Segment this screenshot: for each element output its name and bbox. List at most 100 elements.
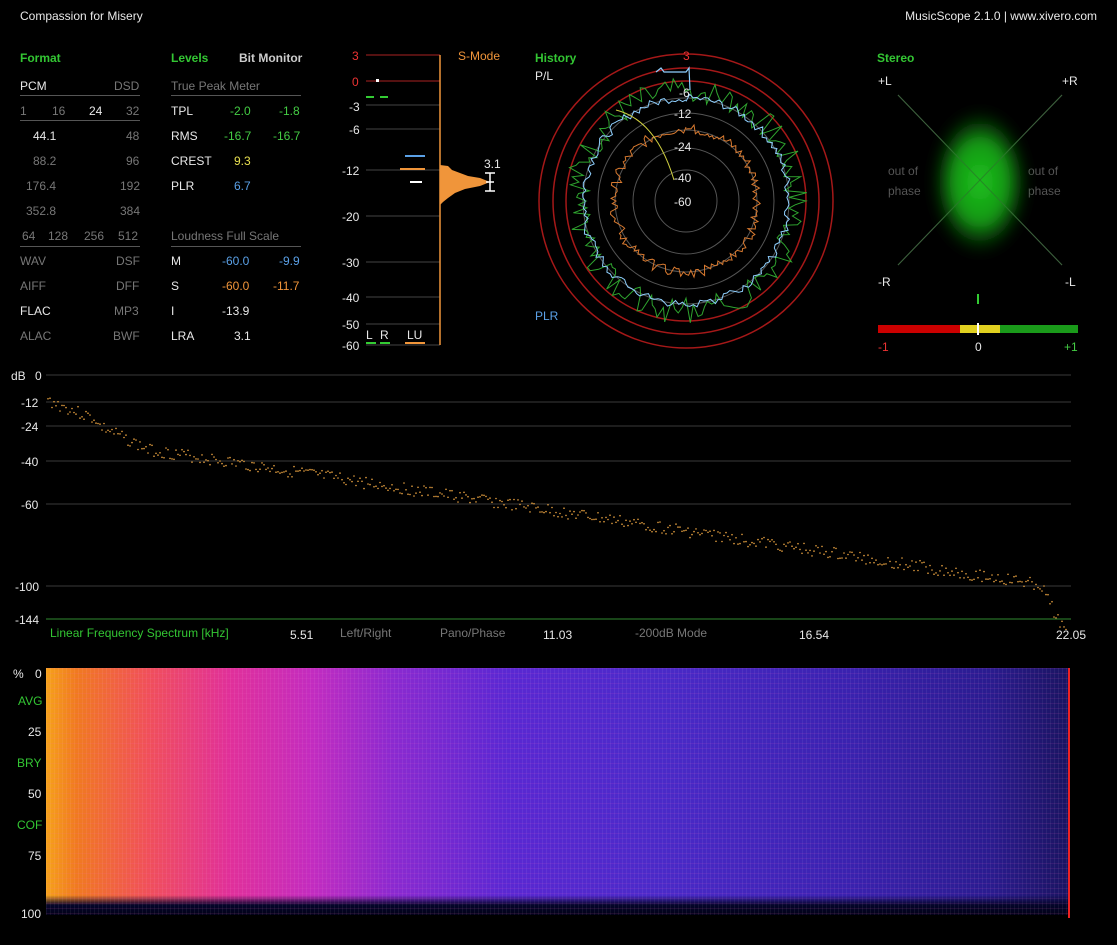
dsd-128[interactable]: 128: [48, 229, 68, 243]
corr-minus-1: -1: [878, 340, 889, 354]
rms-right: -16.7: [273, 129, 301, 143]
levels-title[interactable]: Levels: [171, 51, 208, 65]
ring-label-m24: -24: [674, 140, 692, 154]
spectrum-db-label: dB: [11, 369, 26, 383]
s-value-b: -11.7: [273, 279, 300, 293]
true-peak-title: True Peak Meter: [171, 79, 260, 93]
spectrum-y-0: 0: [35, 369, 42, 383]
dsd-64[interactable]: 64: [22, 229, 35, 243]
spectrum-y-m12: -12: [21, 396, 39, 410]
format-pcm[interactable]: PCM: [20, 79, 47, 93]
m-label: M: [171, 254, 181, 268]
i-value: -13.9: [222, 304, 250, 318]
pano-phase-button[interactable]: Pano/Phase: [440, 626, 505, 640]
ring-label-m6: -6: [679, 86, 690, 100]
rate-88[interactable]: 88.2: [33, 154, 56, 168]
spectrogram-avg-button[interactable]: AVG: [18, 694, 42, 708]
m-value-a: -60.0: [222, 254, 250, 268]
stereo-title[interactable]: Stereo: [877, 51, 914, 65]
file-wav[interactable]: WAV: [20, 254, 46, 268]
stereo-minus-l: -L: [1065, 275, 1076, 289]
correlation-bar: [878, 323, 1078, 335]
rate-176[interactable]: 176.4: [26, 179, 56, 193]
spectrum-y-m40: -40: [21, 455, 39, 469]
stereo-plus-r: +R: [1062, 74, 1078, 88]
bits-32[interactable]: 32: [126, 104, 139, 118]
lra-label: LRA: [171, 329, 195, 343]
s-label: S: [171, 279, 180, 293]
spectrum-x-1654: 16.54: [799, 628, 830, 642]
rate-192[interactable]: 192: [120, 179, 140, 193]
file-mp3[interactable]: MP3: [114, 304, 139, 318]
rate-48[interactable]: 48: [126, 129, 139, 143]
spectrum-x-1103: 11.03: [543, 628, 573, 642]
file-dff[interactable]: DFF: [116, 279, 139, 293]
spectrogram-50: 50: [28, 787, 42, 801]
format-dsd[interactable]: DSD: [114, 79, 139, 93]
s-value-a: -60.0: [222, 279, 250, 293]
left-right-button[interactable]: Left/Right: [340, 626, 391, 640]
tpl-left: -2.0: [230, 104, 251, 118]
file-bwf[interactable]: BWF: [113, 329, 140, 343]
spectrum-dots: [47, 397, 1067, 630]
bits-24[interactable]: 24: [89, 104, 102, 118]
corr-plus-1: +1: [1064, 340, 1078, 354]
spectrum-y-m144: -144: [15, 613, 40, 627]
spectrogram-playhead[interactable]: [1068, 668, 1070, 918]
stereo-minus-r: -R: [878, 275, 891, 289]
spectrum-x-551: 5.51: [290, 628, 314, 642]
rate-44[interactable]: 44.1: [33, 129, 56, 143]
db200-mode-button[interactable]: -200dB Mode: [635, 626, 707, 640]
m-value-b: -9.9: [279, 254, 300, 268]
file-flac[interactable]: FLAC: [20, 304, 51, 318]
rms-left: -16.7: [224, 129, 252, 143]
spectrogram-image: [46, 668, 1070, 915]
spectrogram-cof-button[interactable]: COF: [17, 818, 42, 832]
ring-label-m12: -12: [674, 107, 692, 121]
meter-graphic: [366, 54, 495, 346]
bit-monitor-tab[interactable]: Bit Monitor: [239, 51, 302, 65]
stereo-plus-l: +L: [878, 74, 892, 88]
track-title: Compassion for Misery: [20, 9, 143, 23]
loudness-title: Loudness Full Scale: [171, 229, 280, 243]
spectrum-y-m24: -24: [21, 420, 39, 434]
bits-16[interactable]: 16: [52, 104, 65, 118]
bits-1[interactable]: 1: [20, 104, 27, 118]
spectrogram-percent-label: %: [13, 667, 24, 681]
file-aiff[interactable]: AIFF: [20, 279, 46, 293]
file-alac[interactable]: ALAC: [20, 329, 51, 343]
app-title: MusicScope 2.1.0 | www.xivero.com: [905, 9, 1097, 23]
plr-label: PLR: [171, 179, 195, 193]
crest-value: 9.3: [234, 154, 251, 168]
rate-384[interactable]: 384: [120, 204, 140, 218]
dsd-256[interactable]: 256: [84, 229, 104, 243]
spectrogram-100: 100: [21, 907, 42, 921]
format-title: Format: [20, 51, 61, 65]
tpl-label: TPL: [171, 104, 194, 118]
spectrogram-bry-button[interactable]: BRY: [17, 756, 41, 770]
spectrum-title: Linear Frequency Spectrum [kHz]: [50, 626, 229, 640]
crest-label: CREST: [171, 154, 212, 168]
i-label: I: [171, 304, 175, 318]
rate-96[interactable]: 96: [126, 154, 139, 168]
spectrogram-0: 0: [35, 667, 42, 681]
lra-value: 3.1: [234, 329, 251, 343]
dsd-512[interactable]: 512: [118, 229, 138, 243]
spectrum-x-2205: 22.05: [1056, 628, 1087, 642]
corr-zero: 0: [975, 340, 982, 354]
radar-sweep: [615, 109, 675, 181]
spectrogram-25: 25: [28, 725, 42, 739]
file-dsf[interactable]: DSF: [116, 254, 140, 268]
rms-label: RMS: [171, 129, 198, 143]
spectrum-plot: [46, 374, 1071, 630]
stereo-goniometer: [897, 94, 1063, 266]
plr-value: 6.7: [234, 179, 251, 193]
spectrum-y-m60: -60: [21, 498, 39, 512]
ring-label-m40: -40: [674, 171, 692, 185]
ring-label-3: 3: [683, 49, 690, 63]
ring-label-m60: -60: [674, 195, 692, 209]
spectrogram-75: 75: [28, 849, 42, 863]
spectrum-y-m100: -100: [15, 580, 40, 594]
tpl-right: -1.8: [279, 104, 300, 118]
rate-352[interactable]: 352.8: [26, 204, 56, 218]
